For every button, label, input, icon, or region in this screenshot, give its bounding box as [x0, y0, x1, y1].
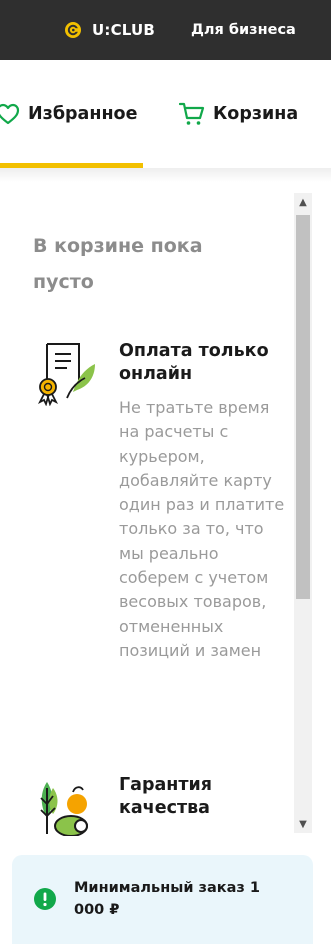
- heart-icon: [0, 103, 20, 125]
- tab-cart-label: Корзина: [213, 104, 299, 124]
- empty-cart-title: В корзине пока пусто: [33, 235, 203, 293]
- cart-panel[interactable]: В корзине пока пусто Оплата только онлай…: [0, 188, 331, 836]
- scroll-down-arrow-icon[interactable]: ▼: [294, 815, 312, 833]
- uclub-link[interactable]: U:CLUB: [64, 20, 155, 40]
- feature-description: Не тратьте время на расчеты с курьером, …: [119, 398, 285, 660]
- tabs-bar: Избранное Корзина: [0, 60, 331, 172]
- certificate-icon: [37, 343, 95, 406]
- tab-cart[interactable]: Корзина: [179, 102, 298, 126]
- business-link[interactable]: Для бизнеса: [191, 20, 296, 40]
- scroll-up-arrow-icon[interactable]: ▲: [294, 193, 312, 211]
- cart-icon: [179, 102, 205, 125]
- feature-title: Гарантия качества: [119, 775, 213, 818]
- feature-title: Оплата только онлайн: [119, 341, 269, 384]
- minimum-order-text: Минимальный заказ 1 000 ₽: [74, 880, 260, 918]
- minimum-order-notice: Минимальный заказ 1 000 ₽: [12, 855, 313, 944]
- vegetables-icon: [40, 782, 88, 836]
- tabs-shadow: [0, 168, 331, 182]
- top-bar: U:CLUB Для бизнеса: [0, 0, 331, 60]
- tab-favorites-label: Избранное: [28, 104, 138, 124]
- tab-favorites[interactable]: Избранное: [0, 102, 137, 126]
- scroll-thumb[interactable]: [296, 215, 310, 599]
- info-icon: [34, 888, 56, 910]
- scrollbar[interactable]: ▲ ▼: [294, 193, 312, 833]
- uclub-coin-icon: [65, 22, 81, 38]
- uclub-label: U:CLUB: [92, 21, 156, 39]
